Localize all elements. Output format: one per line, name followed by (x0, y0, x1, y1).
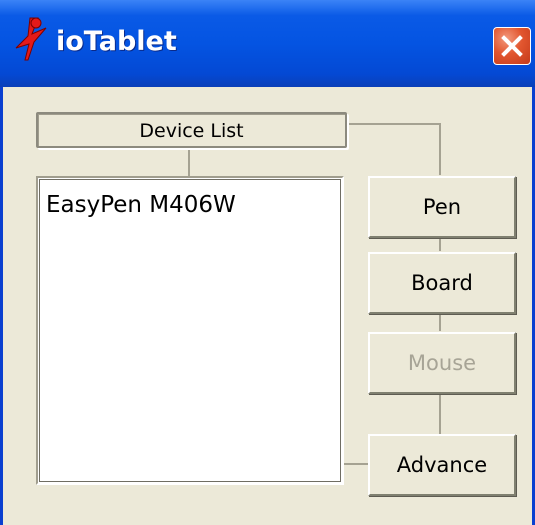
device-list-header-label: Device List (139, 120, 244, 142)
device-listbox[interactable]: EasyPen M406W (36, 176, 344, 485)
connector-line (188, 148, 190, 176)
close-button[interactable] (493, 27, 531, 65)
connector-line (439, 237, 441, 251)
device-list-header: Device List (36, 112, 347, 148)
device-list-item[interactable]: EasyPen M406W (46, 192, 236, 218)
iotablet-logo-icon (15, 17, 47, 61)
board-button[interactable]: Board (368, 252, 516, 314)
connector-line (344, 463, 369, 465)
iotablet-window: ioTablet Device List EasyPen M406W Pen B… (0, 0, 535, 525)
mouse-button[interactable]: Mouse (368, 332, 516, 394)
window-title: ioTablet (56, 26, 177, 57)
connector-line (347, 123, 441, 125)
advance-button[interactable]: Advance (368, 434, 516, 496)
dialog-client-area: Device List EasyPen M406W Pen Board Mous… (3, 87, 532, 525)
title-bar[interactable]: ioTablet (0, 0, 535, 87)
close-icon (501, 35, 523, 57)
connector-line (439, 313, 441, 331)
pen-button[interactable]: Pen (368, 176, 516, 238)
connector-line (439, 393, 441, 434)
connector-line (439, 123, 441, 175)
